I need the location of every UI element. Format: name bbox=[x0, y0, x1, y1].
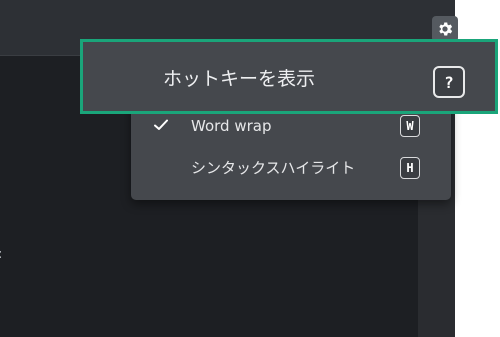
gear-icon bbox=[439, 22, 453, 36]
menu-item-word-wrap[interactable]: Word wrap W bbox=[131, 109, 451, 143]
menu-item-syntax-highlight[interactable]: シンタックスハイライト H bbox=[131, 151, 451, 185]
menu-item-label: Word wrap bbox=[191, 117, 272, 135]
hotkey-badge: ? bbox=[433, 66, 465, 98]
menu-item-label: シンタックスハイライト bbox=[191, 159, 356, 177]
menu-item-label: ホットキーを表示 bbox=[163, 68, 316, 90]
editor-text-fragment: : bbox=[0, 248, 2, 261]
checkmark-icon bbox=[154, 119, 168, 130]
hotkey-badge: H bbox=[400, 157, 420, 179]
menu-item-show-hotkeys[interactable]: ホットキーを表示 ? bbox=[80, 39, 498, 114]
hotkey-badge: W bbox=[400, 115, 420, 137]
